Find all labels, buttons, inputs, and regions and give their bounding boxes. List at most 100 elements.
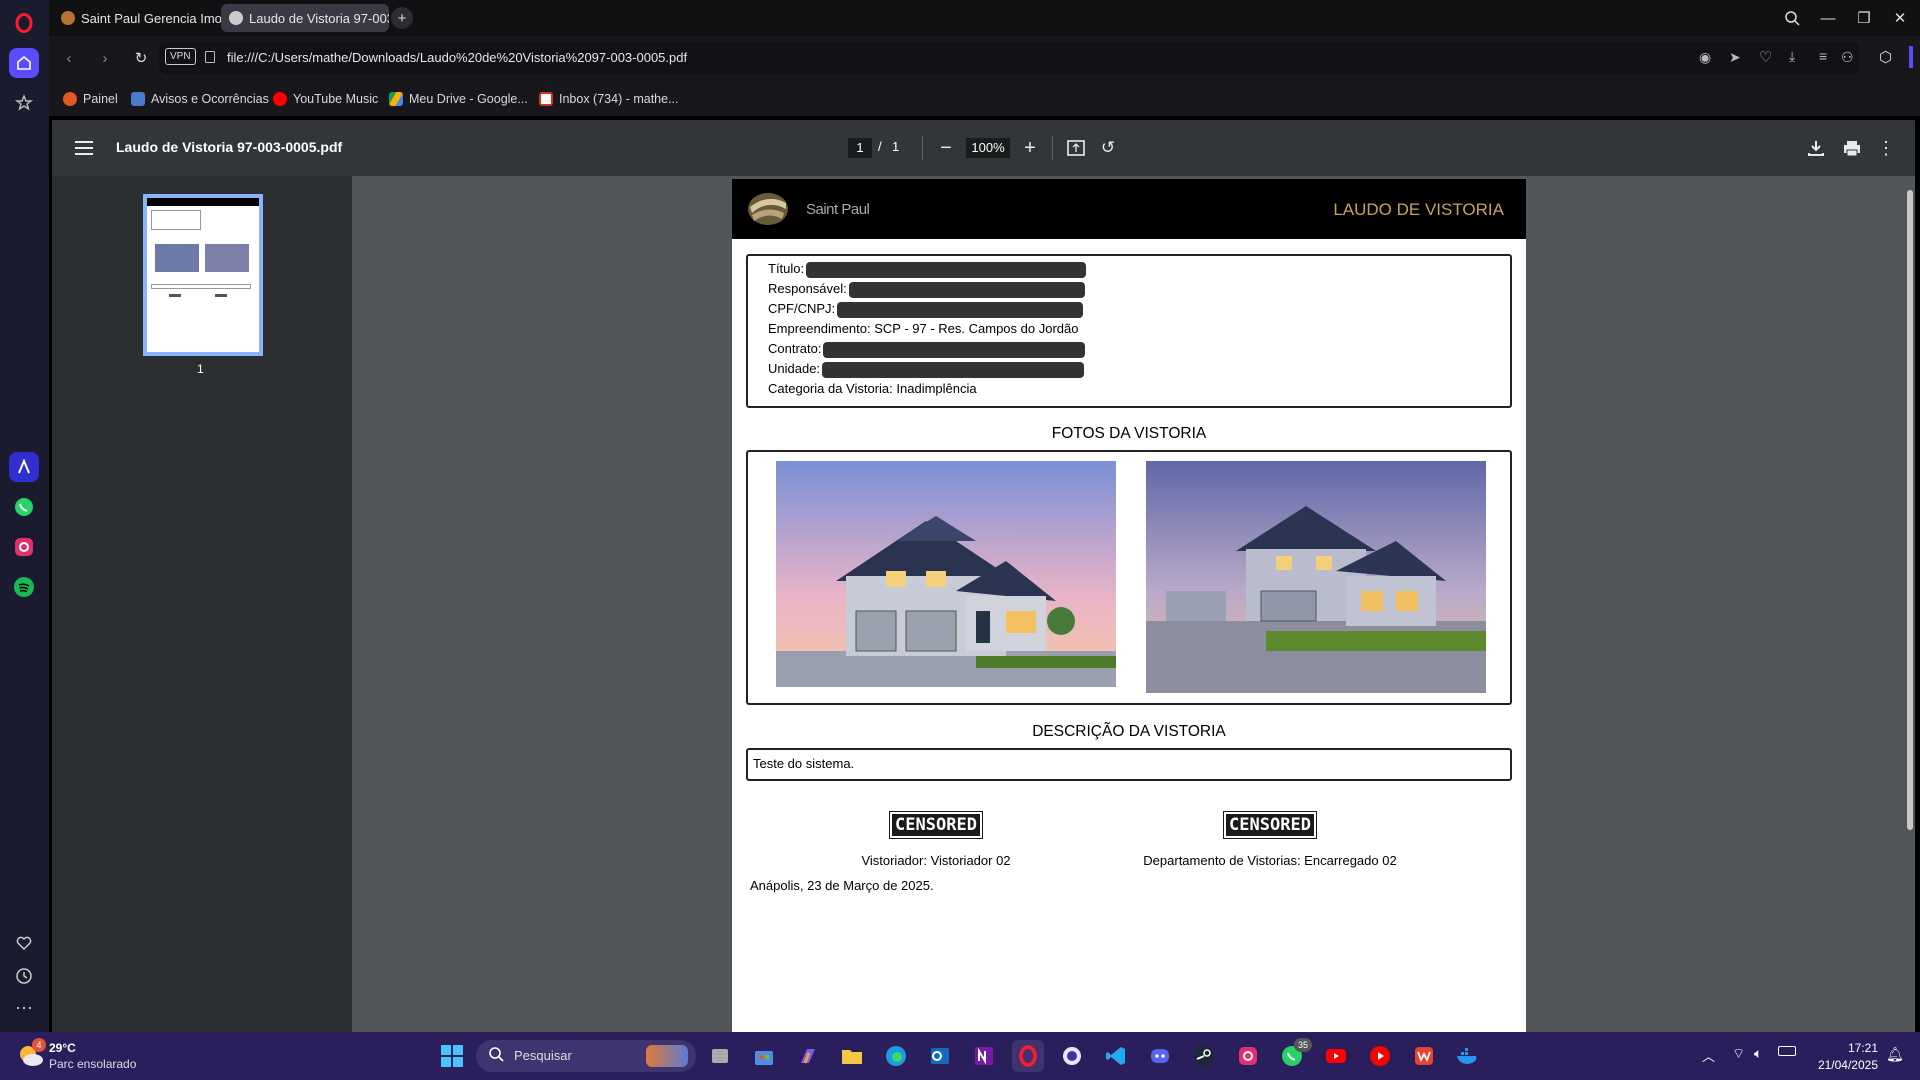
microsoft-store-icon[interactable]: [748, 1040, 780, 1072]
file-explorer-icon[interactable]: [836, 1040, 868, 1072]
history-icon[interactable]: [9, 961, 39, 991]
info-box: Título: Responsável: CPF/CNPJ: Empreendi…: [746, 254, 1512, 408]
tab-laudo[interactable]: Laudo de Vistoria 97-003-: [221, 4, 389, 32]
thumb-photo-1: [155, 244, 199, 272]
file-icon: [205, 51, 215, 63]
bookmark-label: YouTube Music: [293, 92, 379, 106]
steam-icon[interactable]: [1188, 1040, 1220, 1072]
photos-box: [746, 450, 1512, 705]
url-box[interactable]: VPN file:///C:/Users/mathe/Downloads/Lau…: [159, 42, 1859, 74]
search-box[interactable]: Pesquisar: [476, 1040, 696, 1072]
more-icon[interactable]: ⋯: [9, 993, 39, 1023]
notifications-bell-icon[interactable]: 🔔︎: [1886, 1046, 1904, 1063]
tor-browser-icon[interactable]: [1056, 1040, 1088, 1072]
volume-icon[interactable]: 🔈︎: [1754, 1045, 1762, 1062]
start-windows-icon[interactable]: [436, 1040, 468, 1072]
pinboard-icon[interactable]: [9, 88, 39, 118]
restore-icon[interactable]: ❐: [1851, 6, 1877, 30]
battery-icon[interactable]: [1778, 1046, 1796, 1056]
pdf-toolbar: Laudo de Vistoria 97-003-0005.pdf 1 / 1 …: [52, 120, 1915, 176]
bookmark-youtube-music[interactable]: YouTube Music: [273, 89, 378, 109]
page-number-input[interactable]: 1: [848, 138, 872, 158]
bookmark-gmail[interactable]: Inbox (734) - mathe...: [539, 89, 679, 109]
tab-bar: Saint Paul Gerencia Imobi Laudo de Visto…: [49, 0, 1920, 36]
description-heading: DESCRIÇÃO DA VISTORIA: [1032, 723, 1226, 740]
edge-icon[interactable]: [880, 1040, 912, 1072]
field-label: Responsável:: [768, 281, 847, 296]
fit-page-icon[interactable]: [1064, 136, 1088, 160]
vpn-badge[interactable]: VPN: [165, 48, 196, 65]
print-icon[interactable]: [1840, 136, 1864, 160]
page-thumbnail[interactable]: [143, 194, 263, 356]
avisos-icon: [131, 92, 145, 106]
photos-heading: FOTOS DA VISTORIA: [1051, 425, 1207, 442]
camera-icon[interactable]: ◉: [1699, 49, 1711, 66]
forward-icon[interactable]: ›: [93, 46, 117, 70]
pdf-page: Saint Paul LAUDO DE VISTORIA Título: Res…: [732, 179, 1526, 1032]
youtube-music-app-icon[interactable]: [1364, 1040, 1396, 1072]
scrollbar-thumb[interactable]: [1907, 190, 1913, 830]
more-options-icon[interactable]: ⋮: [1874, 136, 1898, 160]
signature-stamp-2: CENSORED: [1223, 811, 1317, 839]
clock-date[interactable]: 21/04/2025: [1806, 1058, 1878, 1072]
minimize-icon[interactable]: —: [1815, 6, 1841, 30]
wps-office-icon[interactable]: [1408, 1040, 1440, 1072]
field-unidade: Unidade:: [768, 360, 1085, 378]
rotate-icon[interactable]: ↺: [1096, 136, 1120, 160]
header-title: LAUDO DE VISTORIA: [1333, 200, 1504, 219]
tab-saint-paul[interactable]: Saint Paul Gerencia Imobi: [53, 4, 221, 32]
zoom-out-icon[interactable]: −: [934, 136, 958, 160]
copilot-icon[interactable]: [792, 1040, 824, 1072]
docker-icon[interactable]: [1452, 1040, 1484, 1072]
zoom-input[interactable]: 100%: [966, 138, 1010, 158]
new-tab-plus-icon[interactable]: +: [391, 7, 413, 29]
whatsapp-icon[interactable]: [9, 492, 39, 522]
whatsapp-taskbar-icon[interactable]: 35: [1276, 1038, 1312, 1072]
vscode-icon[interactable]: [1100, 1040, 1132, 1072]
heart-icon[interactable]: [9, 928, 39, 958]
house-photo-2: [1146, 461, 1486, 693]
divider: [922, 136, 923, 160]
download-icon[interactable]: ⤓: [1789, 48, 1795, 65]
tab-label: Laudo de Vistoria 97-003-: [249, 10, 389, 26]
weather-icon[interactable]: 4: [16, 1038, 46, 1070]
bookmark-label: Avisos e Ocorrências: [151, 92, 269, 106]
back-icon[interactable]: ‹: [57, 46, 81, 70]
signature-stamp-1: CENSORED: [889, 811, 983, 839]
spotify-icon[interactable]: [9, 572, 39, 602]
home-icon[interactable]: [9, 48, 39, 78]
task-view-icon[interactable]: [704, 1040, 736, 1072]
extensions-cube-icon[interactable]: ⬡: [1879, 48, 1892, 66]
opera-logo-icon[interactable]: [9, 8, 39, 38]
thumb-header: [147, 198, 259, 206]
opera-taskbar-icon[interactable]: [1012, 1040, 1044, 1072]
download-pdf-icon[interactable]: [1804, 136, 1828, 160]
discord-icon[interactable]: [1144, 1040, 1176, 1072]
send-icon[interactable]: ➤: [1729, 49, 1741, 66]
outlook-icon[interactable]: [924, 1040, 956, 1072]
bookmark-label: Meu Drive - Google...: [409, 92, 528, 106]
profile-icon[interactable]: ⚇: [1841, 49, 1854, 66]
youtube-music-icon: [273, 92, 287, 106]
zoom-in-icon[interactable]: +: [1018, 136, 1042, 160]
youtube-app-icon[interactable]: [1320, 1040, 1352, 1072]
url-text[interactable]: file:///C:/Users/mathe/Downloads/Laudo%2…: [227, 50, 687, 65]
menu-icon[interactable]: [72, 136, 96, 160]
easy-setup-icon[interactable]: ≡: [1819, 48, 1827, 64]
bookmark-heart-icon[interactable]: ♡: [1759, 48, 1772, 66]
search-tabs-icon[interactable]: [1779, 6, 1805, 30]
reload-icon[interactable]: ↻: [129, 46, 153, 70]
bookmark-drive[interactable]: Meu Drive - Google...: [389, 89, 528, 109]
close-icon[interactable]: ✕: [1887, 6, 1913, 30]
field-label: Título:: [768, 261, 805, 276]
vertical-scrollbar[interactable]: [1905, 176, 1915, 1032]
clock-time[interactable]: 17:21: [1814, 1041, 1878, 1055]
tray-chevron-up-icon[interactable]: ︿: [1702, 1046, 1715, 1065]
wifi-icon[interactable]: ⌔: [1732, 1045, 1745, 1063]
aria-icon[interactable]: [9, 452, 39, 482]
bookmark-painel[interactable]: Painel: [63, 89, 118, 109]
bookmark-avisos[interactable]: Avisos e Ocorrências: [131, 89, 269, 109]
instagram-taskbar-icon[interactable]: [1232, 1040, 1264, 1072]
instagram-icon[interactable]: [9, 532, 39, 562]
onenote-icon[interactable]: [968, 1040, 1000, 1072]
